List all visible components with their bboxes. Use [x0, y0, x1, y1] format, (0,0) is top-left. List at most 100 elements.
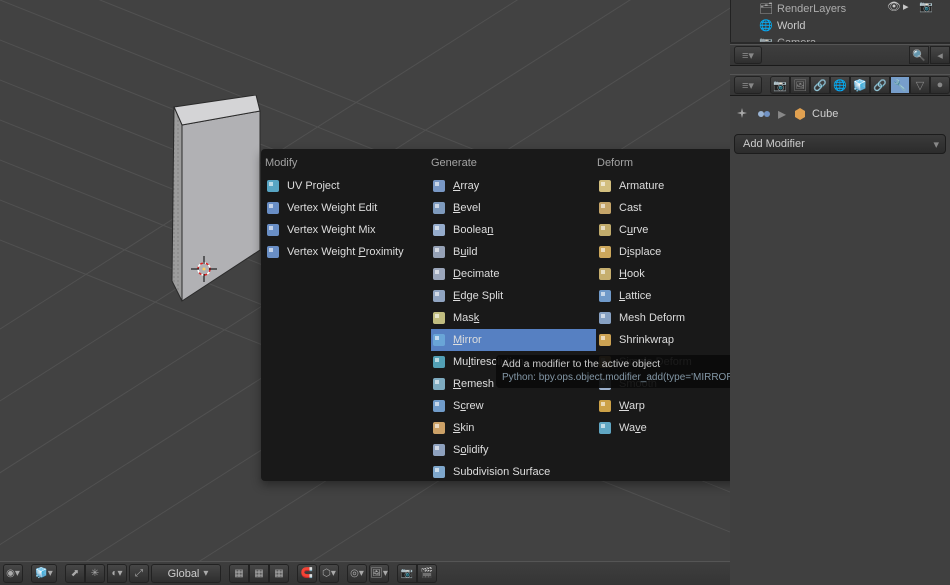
btn-pivot[interactable]: ◐▾ — [107, 564, 127, 583]
modifier-label: Boolean — [453, 224, 493, 236]
remesh-icon — [431, 376, 447, 392]
modifier-label: Mirror — [453, 334, 482, 346]
modifier-label: Cast — [619, 202, 642, 214]
orient-dropdown[interactable]: Global▾ — [151, 564, 221, 583]
btn-globalview[interactable]: ⬈ — [65, 564, 85, 583]
tab-render[interactable]: 📷 — [770, 76, 790, 94]
arm-icon — [597, 178, 613, 194]
editor-type-button[interactable]: ≡▾ — [734, 76, 762, 94]
mask-icon — [431, 310, 447, 326]
proportional-toggle[interactable]: ◎▾ — [347, 564, 367, 583]
col-head: Modify — [265, 153, 430, 175]
subsurf-icon — [431, 464, 447, 480]
editor-type-button[interactable]: ≡▾ — [734, 46, 762, 64]
breadcrumb[interactable]: Cube — [792, 106, 838, 122]
wave-icon — [597, 420, 613, 436]
modifier-item-screw[interactable]: Screw — [431, 395, 596, 417]
modifier-item-vertex-weight-proximity[interactable]: Vertex Weight Proximity — [265, 241, 430, 263]
vw-icon — [265, 244, 281, 260]
tab-constraints[interactable]: 🔗 — [870, 76, 890, 94]
outliner-header: ≡▾ 🔍 ◂ — [730, 44, 950, 66]
outliner[interactable]: 👁▸📷 🗂 RenderLayers 🌐 World 📷 Camera — [730, 0, 950, 42]
modifier-label: Curve — [619, 224, 648, 236]
tooltip-python: Python: bpy.ops.object.modifier_add(type… — [502, 371, 765, 384]
skin-icon — [431, 420, 447, 436]
modifier-label: Mesh Deform — [619, 312, 685, 324]
warp-icon — [597, 398, 613, 414]
render-btn[interactable]: 🖼▾ — [369, 564, 389, 583]
orient-label: Global — [164, 568, 204, 580]
tab-data[interactable]: ▽ — [910, 76, 930, 94]
modifier-item-bevel[interactable]: Bevel — [431, 197, 596, 219]
layers-icon: 🗂 — [759, 2, 773, 16]
pin-icon[interactable] — [734, 106, 750, 122]
viewport-header: ◉▾ 🧊▾ ⬈✳ ◐▾ ⤢ Global▾ ▦▦▦ 🧲 ⬡▾ ◎▾ 🖼▾ 📷🎬 — [0, 561, 730, 585]
tab-layers[interactable]: 🖼 — [790, 76, 810, 94]
screw-icon — [431, 398, 447, 414]
snap-toggle[interactable]: 🧲 — [297, 564, 317, 583]
layers-3[interactable]: ▦ — [269, 564, 289, 583]
modifier-label: Armature — [619, 180, 664, 192]
outliner-item[interactable]: 📷 Camera — [731, 34, 950, 42]
col-head: Generate — [431, 153, 596, 175]
cam-btn[interactable]: 📷 — [397, 564, 417, 583]
properties-header: ≡▾ 📷 🖼 🔗 🌐 🧊 🔗 🔧 ▽ ● — [730, 74, 950, 96]
modifier-item-subdivision-surface[interactable]: Subdivision Surface — [431, 461, 596, 483]
modifier-label: Wave — [619, 422, 647, 434]
mode-dropdown[interactable]: 🧊▾ — [31, 564, 57, 583]
vw-icon — [265, 222, 281, 238]
modifier-item-edge-split[interactable]: Edge Split — [431, 285, 596, 307]
modifier-label: UV Project — [287, 180, 340, 192]
tab-modifiers[interactable]: 🔧 — [890, 76, 910, 94]
modifier-label: Displace — [619, 246, 661, 258]
modifier-item-array[interactable]: Array — [431, 175, 596, 197]
layers-1[interactable]: ▦ — [229, 564, 249, 583]
arrow-btn[interactable]: ◂ — [930, 46, 950, 64]
cube-icon — [792, 106, 808, 122]
modifier-item-build[interactable]: Build — [431, 241, 596, 263]
modifier-label: Subdivision Surface — [453, 466, 550, 478]
properties-panel: ▸ Cube Add Modifier — [730, 96, 950, 154]
menu-column-generate: Generate Array Bevel Boolean BuildDecimate E… — [431, 153, 596, 483]
world-icon: 🌐 — [759, 19, 773, 33]
modifier-item-decimate[interactable]: Decimate — [431, 263, 596, 285]
hook-icon — [597, 266, 613, 282]
btn-normals[interactable]: ✳ — [85, 564, 105, 583]
mirror-icon — [431, 332, 447, 348]
latt-icon — [597, 288, 613, 304]
modifier-label: Array — [453, 180, 479, 192]
properties-tabs[interactable]: 📷 🖼 🔗 🌐 🧊 🔗 🔧 ▽ ● — [770, 76, 950, 94]
modifier-item-vertex-weight-mix[interactable]: Vertex Weight Mix — [265, 219, 430, 241]
modifier-item-mirror[interactable]: Mirror — [431, 329, 596, 351]
outliner-label: Camera — [777, 37, 816, 43]
cursor-3d — [189, 254, 219, 284]
modifier-item-solidify[interactable]: Solidify — [431, 439, 596, 461]
modifier-label: Edge Split — [453, 290, 503, 302]
scene-icon[interactable] — [756, 106, 772, 122]
breadcrumb-label: Cube — [812, 108, 838, 120]
bevel-icon — [431, 200, 447, 216]
add-modifier-dropdown[interactable]: Add Modifier — [734, 134, 946, 154]
manipulator-toggle[interactable]: ⤢ — [129, 564, 149, 583]
modifier-item-vertex-weight-edit[interactable]: Vertex Weight Edit — [265, 197, 430, 219]
tab-material[interactable]: ● — [930, 76, 950, 94]
modifier-item-uv-project[interactable]: UV Project — [265, 175, 430, 197]
dropdown-label: Add Modifier — [743, 138, 805, 150]
clap-btn[interactable]: 🎬 — [417, 564, 437, 583]
camera-icon: 📷 — [759, 36, 773, 43]
tab-object[interactable]: 🧊 — [850, 76, 870, 94]
side-panel: 👁▸📷 🗂 RenderLayers 🌐 World 📷 Camera ≡▾ 🔍… — [730, 0, 950, 585]
tab-scene[interactable]: 🔗 — [810, 76, 830, 94]
modifier-item-boolean[interactable]: Boolean — [431, 219, 596, 241]
filter-btn[interactable]: 🔍 — [909, 46, 929, 64]
outliner-item[interactable]: 🗂 RenderLayers — [731, 0, 950, 17]
modifier-label: Warp — [619, 400, 645, 412]
tab-world[interactable]: 🌐 — [830, 76, 850, 94]
modifier-item-mask[interactable]: Mask — [431, 307, 596, 329]
modifier-item-skin[interactable]: Skin — [431, 417, 596, 439]
snap-type[interactable]: ⬡▾ — [319, 564, 339, 583]
multi-icon — [431, 354, 447, 370]
vw-icon — [265, 200, 281, 216]
editor-type-button[interactable]: ◉▾ — [3, 564, 23, 583]
layers-2[interactable]: ▦ — [249, 564, 269, 583]
